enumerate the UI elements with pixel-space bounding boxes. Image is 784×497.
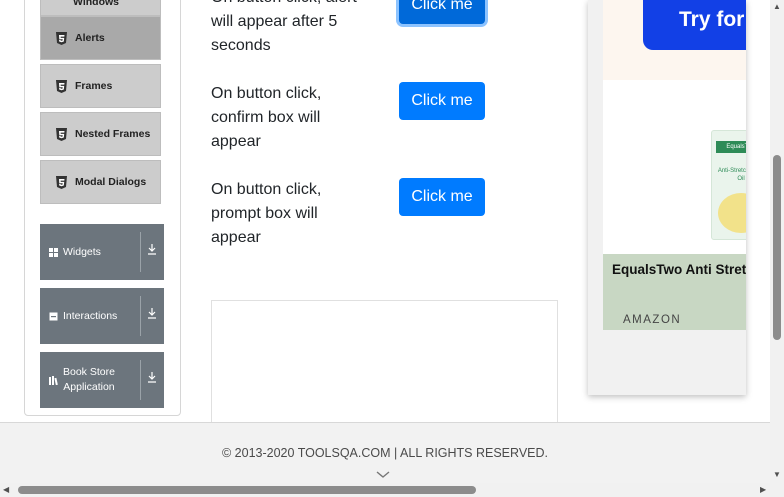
ad-banner[interactable]: Try for fr	[603, 0, 746, 80]
download-icon	[146, 371, 158, 387]
copyright-text: © 2013-2020 TOOLSQA.COM | ALL RIGHTS RES…	[221, 446, 548, 460]
ad-frame	[211, 300, 558, 430]
product-title: EqualsTwo Anti Stretch	[612, 262, 746, 277]
prompt-description: On button click, prompt box will appear	[211, 181, 322, 246]
sidebar-item-label: Modal Dialogs	[75, 176, 147, 188]
html5-icon	[55, 175, 67, 189]
group-label: Book Store Application	[63, 366, 115, 393]
html5-icon	[55, 127, 67, 141]
sidebar-item-browser-windows[interactable]: Windows	[40, 0, 161, 16]
sidebar-group-widgets[interactable]: Widgets	[40, 224, 164, 280]
chevron-down-icon[interactable]	[376, 467, 390, 478]
scroll-up-arrow-icon[interactable]: ▲	[773, 2, 781, 11]
sidebar-item-alerts[interactable]: Alerts	[40, 16, 161, 60]
timer-alert-button[interactable]: Click me	[399, 0, 485, 24]
ad-product-caption[interactable]: EqualsTwo Anti Stretch AMAZON	[603, 254, 746, 330]
html5-icon	[55, 31, 67, 45]
package-illustration	[718, 193, 746, 233]
sidebar-item-nested-frames[interactable]: Nested Frames	[40, 112, 161, 156]
product-package: EqualsTwo Anti-Stretch Mark Oil	[711, 130, 746, 240]
scroll-right-arrow-icon[interactable]: ▶	[760, 485, 766, 494]
download-icon	[146, 307, 158, 323]
ad-product-image[interactable]: EqualsTwo Anti-Stretch Mark Oil	[603, 80, 746, 254]
sidebar-item-modal-dialogs[interactable]: Modal Dialogs	[40, 160, 161, 204]
divider	[140, 296, 141, 336]
group-label: Interactions	[63, 310, 118, 322]
sidebar-group-interactions[interactable]: Interactions	[40, 288, 164, 344]
ad-cta-button[interactable]: Try for fr	[643, 0, 746, 50]
vertical-scrollbar-thumb[interactable]	[773, 155, 781, 340]
sidebar-item-label: Nested Frames	[75, 128, 151, 140]
html5-icon	[55, 79, 67, 93]
book-store-icon	[49, 375, 58, 385]
sidebar-item-label: Frames	[75, 80, 113, 92]
scroll-down-arrow-icon[interactable]: ▼	[773, 470, 781, 479]
prompt-button[interactable]: Click me	[399, 178, 485, 216]
sidebar-item-label: Windows	[73, 0, 119, 8]
confirm-button[interactable]: Click me	[399, 82, 485, 120]
sidebar-item-label: Alerts	[75, 32, 105, 44]
package-text: Anti-Stretch Mark Oil	[717, 168, 746, 182]
sidebar-item-frames[interactable]: Frames	[40, 64, 161, 108]
divider	[140, 360, 141, 400]
divider	[140, 232, 141, 272]
interactions-icon	[49, 312, 58, 321]
scroll-left-arrow-icon[interactable]: ◀	[3, 485, 9, 494]
horizontal-scrollbar-thumb[interactable]	[18, 486, 476, 494]
seller-label: AMAZON	[623, 314, 682, 326]
widgets-grid-icon	[49, 247, 58, 257]
group-label: Widgets	[63, 246, 101, 258]
sidebar-group-book-store[interactable]: Book Store Application	[40, 352, 164, 408]
ad-column: Try for fr EqualsTwo Anti-Stretch Mark O…	[588, 0, 746, 395]
confirm-description: On button click, confirm box will appear	[211, 85, 322, 150]
download-icon	[146, 243, 158, 259]
package-brand: EqualsTwo	[716, 141, 746, 153]
alert-timer-description: On button click, alert will appear after…	[211, 0, 357, 54]
